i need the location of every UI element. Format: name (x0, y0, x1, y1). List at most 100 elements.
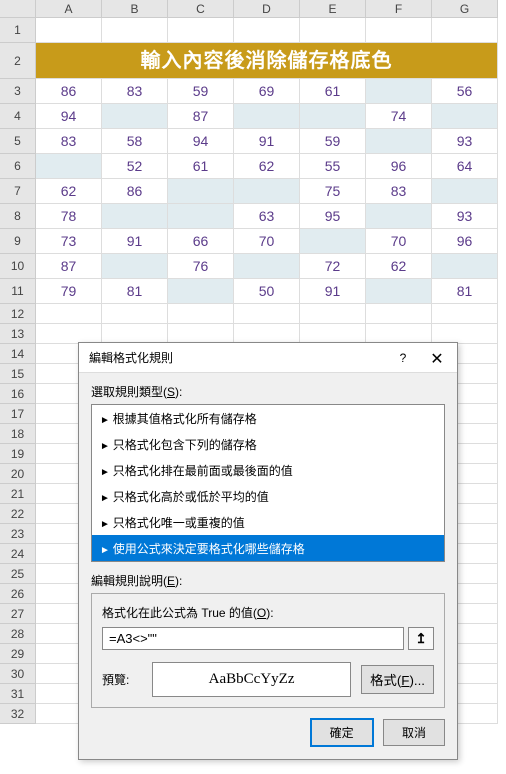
cell[interactable] (36, 324, 102, 344)
cell[interactable]: 87 (36, 254, 102, 279)
cell[interactable]: 93 (432, 204, 498, 229)
cell[interactable]: 75 (300, 179, 366, 204)
rule-type-item[interactable]: 只格式化包含下列的儲存格 (92, 431, 444, 457)
col-header-G[interactable]: G (432, 0, 498, 18)
cell[interactable] (36, 154, 102, 179)
cell[interactable]: 91 (102, 229, 168, 254)
row-header-2[interactable]: 2 (0, 43, 36, 79)
row-header-1[interactable]: 1 (0, 18, 36, 43)
cell[interactable]: 61 (168, 154, 234, 179)
cell[interactable]: 79 (36, 279, 102, 304)
format-button[interactable]: 格式(F)... (361, 665, 434, 694)
cell[interactable]: 55 (300, 154, 366, 179)
row-header-7[interactable]: 7 (0, 179, 36, 204)
cell[interactable] (234, 104, 300, 129)
row-header-3[interactable]: 3 (0, 79, 36, 104)
cell[interactable]: 69 (234, 79, 300, 104)
cell[interactable] (300, 104, 366, 129)
cell[interactable]: 70 (366, 229, 432, 254)
cell[interactable]: 94 (168, 129, 234, 154)
cell[interactable]: 66 (168, 229, 234, 254)
ok-button[interactable]: 確定 (310, 718, 374, 747)
row-header-23[interactable]: 23 (0, 524, 36, 544)
cell[interactable] (234, 324, 300, 344)
cell[interactable] (102, 204, 168, 229)
row-header-27[interactable]: 27 (0, 604, 36, 624)
cell[interactable]: 94 (36, 104, 102, 129)
cell[interactable] (168, 18, 234, 43)
cell[interactable] (300, 229, 366, 254)
row-header-5[interactable]: 5 (0, 129, 36, 154)
cell[interactable] (300, 304, 366, 324)
cell[interactable] (102, 254, 168, 279)
cell[interactable] (366, 79, 432, 104)
cell[interactable]: 62 (366, 254, 432, 279)
row-header-4[interactable]: 4 (0, 104, 36, 129)
cell[interactable]: 64 (432, 154, 498, 179)
cell[interactable] (366, 129, 432, 154)
cell[interactable] (234, 179, 300, 204)
cell[interactable] (366, 279, 432, 304)
cell[interactable] (168, 204, 234, 229)
cell[interactable] (234, 254, 300, 279)
cell[interactable]: 70 (234, 229, 300, 254)
select-all-corner[interactable] (0, 0, 36, 18)
row-header-16[interactable]: 16 (0, 384, 36, 404)
rule-type-list[interactable]: 根據其值格式化所有儲存格只格式化包含下列的儲存格只格式化排在最前面或最後面的值只… (91, 404, 445, 562)
cell[interactable]: 74 (366, 104, 432, 129)
col-header-A[interactable]: A (36, 0, 102, 18)
cell[interactable] (366, 304, 432, 324)
cell[interactable]: 76 (168, 254, 234, 279)
rule-type-item[interactable]: 只格式化唯一或重複的值 (92, 509, 444, 535)
cell[interactable] (36, 18, 102, 43)
close-button[interactable]: ✕ (425, 345, 449, 375)
row-header-28[interactable]: 28 (0, 624, 36, 644)
row-header-19[interactable]: 19 (0, 444, 36, 464)
row-header-18[interactable]: 18 (0, 424, 36, 444)
row-header-22[interactable]: 22 (0, 504, 36, 524)
cancel-button[interactable]: 取消 (383, 719, 445, 746)
cell[interactable] (300, 324, 366, 344)
cell[interactable] (168, 179, 234, 204)
col-header-D[interactable]: D (234, 0, 300, 18)
cell[interactable]: 56 (432, 79, 498, 104)
rule-type-item[interactable]: 使用公式來決定要格式化哪些儲存格 (92, 535, 444, 561)
row-header-31[interactable]: 31 (0, 684, 36, 704)
row-header-11[interactable]: 11 (0, 279, 36, 304)
cell[interactable] (432, 254, 498, 279)
cell[interactable]: 81 (432, 279, 498, 304)
row-header-9[interactable]: 9 (0, 229, 36, 254)
row-header-24[interactable]: 24 (0, 544, 36, 564)
rule-type-item[interactable]: 根據其值格式化所有儲存格 (92, 405, 444, 431)
formula-input[interactable] (102, 627, 404, 650)
row-header-13[interactable]: 13 (0, 324, 36, 344)
cell[interactable]: 83 (366, 179, 432, 204)
cell[interactable] (102, 324, 168, 344)
cell[interactable] (432, 18, 498, 43)
cell[interactable] (234, 18, 300, 43)
cell[interactable]: 91 (300, 279, 366, 304)
row-header-12[interactable]: 12 (0, 304, 36, 324)
cell[interactable]: 73 (36, 229, 102, 254)
row-header-14[interactable]: 14 (0, 344, 36, 364)
cell[interactable]: 83 (102, 79, 168, 104)
col-header-C[interactable]: C (168, 0, 234, 18)
collapse-dialog-button[interactable]: ↥ (408, 627, 434, 650)
row-header-17[interactable]: 17 (0, 404, 36, 424)
cell[interactable]: 52 (102, 154, 168, 179)
cell[interactable]: 61 (300, 79, 366, 104)
cell[interactable]: 58 (102, 129, 168, 154)
cell[interactable]: 86 (36, 79, 102, 104)
cell[interactable] (300, 18, 366, 43)
cell[interactable]: 62 (36, 179, 102, 204)
cell[interactable]: 86 (102, 179, 168, 204)
row-header-25[interactable]: 25 (0, 564, 36, 584)
row-header-26[interactable]: 26 (0, 584, 36, 604)
row-header-20[interactable]: 20 (0, 464, 36, 484)
cell[interactable] (234, 304, 300, 324)
cell[interactable] (432, 304, 498, 324)
row-header-10[interactable]: 10 (0, 254, 36, 279)
cell[interactable] (102, 18, 168, 43)
cell[interactable]: 95 (300, 204, 366, 229)
row-header-32[interactable]: 32 (0, 704, 36, 724)
